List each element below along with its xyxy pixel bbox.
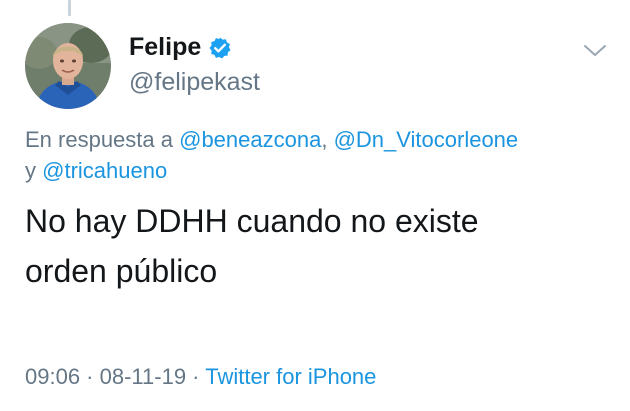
mention-link[interactable]: @tricahueno: [42, 158, 167, 183]
tweet-metadata: 09:06 · 08-11-19 · Twitter for iPhone: [25, 366, 376, 388]
meta-separator: ·: [80, 364, 100, 389]
author-handle[interactable]: @felipekast: [129, 70, 260, 95]
tweet-text: No hay DDHH cuando no existe orden públi…: [25, 196, 615, 296]
meta-separator: ·: [186, 364, 206, 389]
reply-prefix: En respuesta a: [25, 127, 173, 152]
tweet-source-link[interactable]: Twitter for iPhone: [205, 364, 376, 389]
verified-badge-icon: [208, 36, 232, 60]
tweet-text-line: orden público: [25, 253, 218, 289]
chevron-down-icon[interactable]: [582, 42, 608, 60]
tweet-card: Felipe @felipekast En respuesta a @benea…: [0, 0, 630, 411]
tweet-date[interactable]: 08-11-19: [100, 364, 186, 389]
reply-context: En respuesta a @beneazcona, @Dn_Vitocorl…: [25, 124, 615, 186]
reply-separator: y: [25, 158, 43, 183]
author-display-name[interactable]: Felipe: [129, 35, 201, 60]
mention-link[interactable]: @Dn_Vitocorleone: [334, 127, 519, 152]
thread-connector-line: [68, 0, 71, 16]
avatar-photo: [25, 23, 111, 109]
avatar[interactable]: [25, 23, 111, 109]
mention-link[interactable]: @beneazcona: [179, 127, 321, 152]
author-name-row[interactable]: Felipe: [129, 35, 232, 60]
tweet-time[interactable]: 09:06: [25, 364, 80, 389]
reply-separator: ,: [321, 127, 334, 152]
tweet-text-line: No hay DDHH cuando no existe: [25, 203, 479, 239]
